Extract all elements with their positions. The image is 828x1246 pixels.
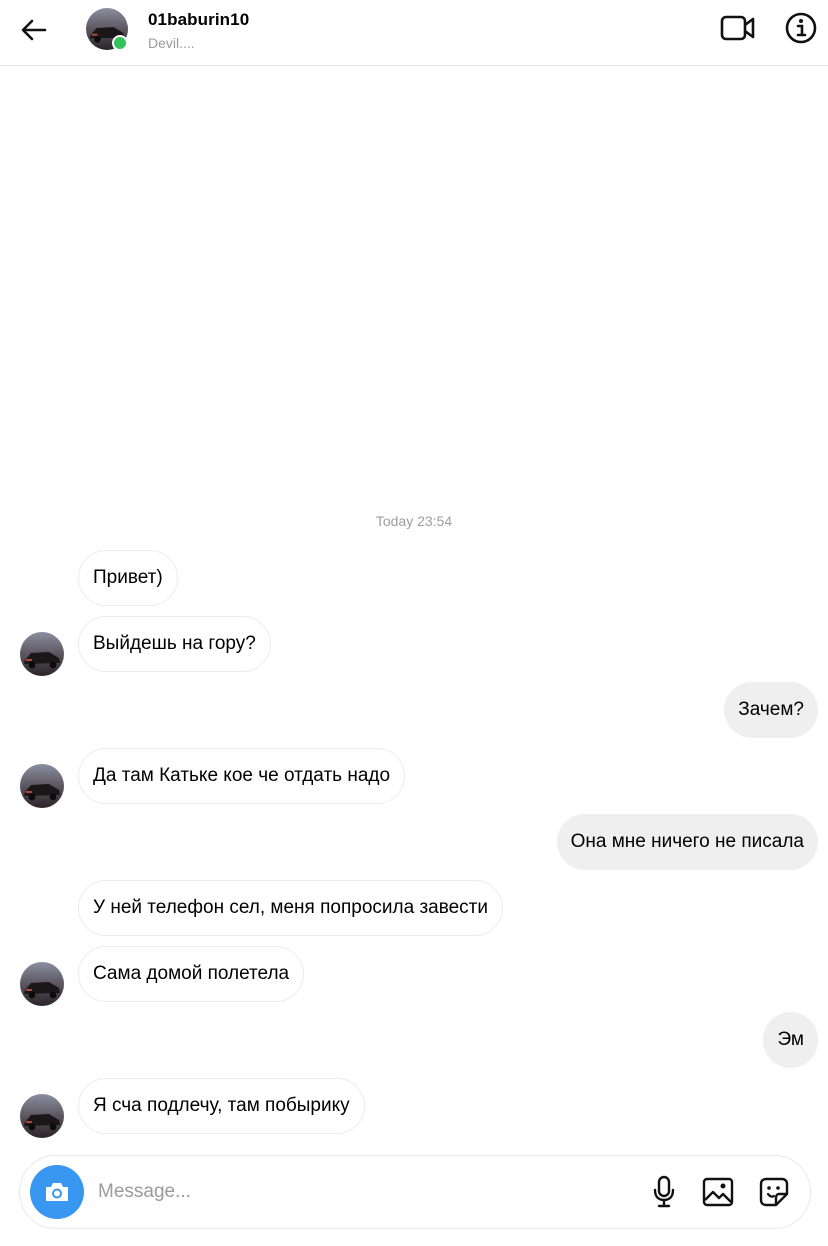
sender-avatar[interactable] bbox=[20, 632, 64, 676]
sender-avatar[interactable] bbox=[20, 764, 64, 808]
microphone-icon bbox=[653, 1175, 675, 1208]
info-circle-icon bbox=[785, 12, 817, 44]
video-camera-icon bbox=[720, 15, 755, 41]
camera-button[interactable] bbox=[30, 1165, 84, 1219]
outgoing-message[interactable]: Она мне ничего не писала bbox=[556, 814, 818, 870]
gallery-button[interactable] bbox=[698, 1172, 738, 1212]
message-timestamp: Today 23:54 bbox=[375, 513, 453, 529]
incoming-message[interactable]: Привет) bbox=[78, 550, 178, 606]
message-text: Я сча подлечу, там побырику bbox=[93, 1095, 350, 1116]
message-composer bbox=[19, 1155, 811, 1229]
voice-message-button[interactable] bbox=[644, 1172, 684, 1212]
info-button[interactable] bbox=[782, 10, 820, 46]
sticker-icon bbox=[759, 1177, 789, 1207]
message-text: Сама домой полетела bbox=[93, 963, 290, 984]
camera-icon bbox=[46, 1183, 68, 1201]
video-call-button[interactable] bbox=[718, 10, 758, 46]
message-text: У ней телефон сел, меня попросила завест… bbox=[93, 897, 488, 918]
arrow-left-icon bbox=[21, 19, 47, 41]
message-text: Она мне ничего не писала bbox=[570, 831, 804, 852]
incoming-message[interactable]: Выйдешь на гору? bbox=[78, 616, 271, 672]
incoming-message[interactable]: Сама домой полетела bbox=[78, 946, 305, 1002]
chat-header: 01baburin10 Devil.... bbox=[0, 0, 828, 66]
sticker-button[interactable] bbox=[754, 1172, 794, 1212]
message-text: Зачем? bbox=[738, 699, 804, 720]
incoming-message[interactable]: У ней телефон сел, меня попросила завест… bbox=[78, 880, 503, 936]
incoming-message[interactable]: Я сча подлечу, там побырику bbox=[78, 1078, 365, 1134]
outgoing-message[interactable]: Зачем? bbox=[724, 682, 818, 738]
message-text: Выйдешь на гору? bbox=[93, 633, 256, 654]
online-indicator bbox=[112, 35, 128, 51]
message-input[interactable] bbox=[98, 1174, 398, 1210]
image-gallery-icon bbox=[702, 1177, 734, 1207]
back-button[interactable] bbox=[14, 12, 54, 48]
message-text: Привет) bbox=[93, 567, 163, 588]
contact-status: Devil.... bbox=[148, 35, 195, 51]
sender-avatar[interactable] bbox=[20, 962, 64, 1006]
message-text: Да там Катьке кое че отдать надо bbox=[93, 765, 391, 786]
message-text: Эм bbox=[777, 1029, 804, 1050]
outgoing-message[interactable]: Эм bbox=[763, 1012, 818, 1068]
sender-avatar[interactable] bbox=[20, 1094, 64, 1138]
incoming-message[interactable]: Да там Катьке кое че отдать надо bbox=[78, 748, 406, 804]
contact-username[interactable]: 01baburin10 bbox=[148, 10, 249, 30]
